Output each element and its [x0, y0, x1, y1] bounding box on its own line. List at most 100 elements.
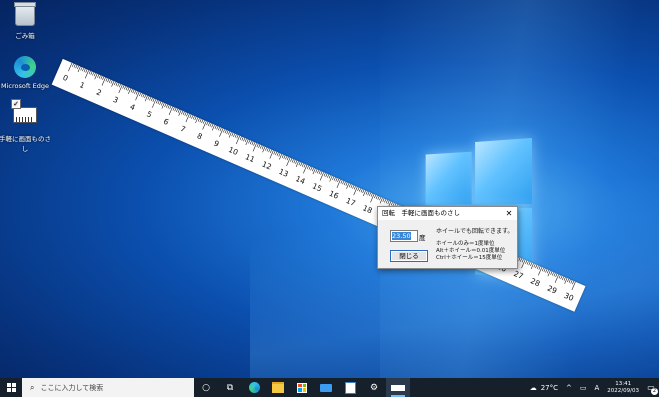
- notification-icon[interactable]: ▭ 2: [643, 378, 659, 397]
- store-icon[interactable]: [290, 378, 314, 397]
- ruler-tick: [251, 141, 254, 145]
- ruler-tick: [197, 118, 200, 122]
- ruler-tick: [518, 257, 521, 261]
- ruler-tick: [224, 129, 227, 134]
- ruler-tick: [93, 72, 96, 77]
- file-explorer-icon[interactable]: [266, 378, 290, 397]
- edge-taskbar-icon[interactable]: [242, 378, 266, 397]
- ruler-tick: [157, 100, 160, 105]
- ruler-tick: [285, 156, 288, 160]
- ruler-tick: [332, 176, 335, 180]
- ruler-tick: [130, 88, 133, 93]
- ruler-tick: [189, 114, 192, 118]
- ruler-tick: [182, 111, 185, 116]
- ruler-tick: [107, 78, 110, 83]
- dialog-title-bar[interactable]: 回転 手軽に画面ものさし ✕: [378, 207, 517, 220]
- ruler-tick: [281, 154, 284, 159]
- close-button[interactable]: 閉じる: [390, 250, 428, 262]
- ruler-tick: [278, 153, 281, 157]
- close-icon[interactable]: ✕: [501, 207, 517, 220]
- app-icon[interactable]: [338, 378, 362, 397]
- ruler-tick: [567, 278, 570, 283]
- ruler-tick: [563, 277, 566, 281]
- angle-input[interactable]: 23.50: [390, 230, 418, 242]
- ruler-tick: [139, 92, 142, 97]
- ruler-tick: [360, 188, 363, 193]
- ruler-tick: [558, 275, 561, 279]
- ruler-tick: [533, 264, 536, 268]
- ruler-tick: [192, 115, 195, 120]
- clock[interactable]: 13:41 2022/09/03: [607, 381, 639, 395]
- ruler-tick: [367, 191, 370, 196]
- ruler-tick-label: 3: [112, 95, 120, 105]
- taskbar-search-box[interactable]: ⌕ ここに入力して検索: [22, 378, 194, 397]
- ruler-tick-label: 6: [162, 117, 170, 127]
- ruler-tick-label: 8: [196, 131, 204, 141]
- ruler-tick: [83, 68, 86, 72]
- ruler-tick: [568, 279, 571, 283]
- ruler-tick: [88, 70, 91, 75]
- desktop-icon-label: Microsoft Edge: [0, 82, 49, 90]
- ruler-tick: [317, 169, 319, 174]
- ruler-tick: [169, 105, 172, 110]
- ruler-tick: [343, 181, 346, 186]
- chevron-up-icon[interactable]: ^: [566, 384, 572, 392]
- start-button[interactable]: [0, 378, 22, 397]
- ruler-tick: [357, 187, 360, 191]
- notification-count: 2: [651, 388, 658, 395]
- cortana-icon[interactable]: ○: [194, 378, 218, 397]
- ruler-tick: [152, 98, 155, 102]
- ruler-tick: [124, 86, 126, 90]
- ruler-tick: [207, 122, 210, 126]
- ruler-tick: [327, 174, 330, 178]
- ruler-tick: [127, 87, 130, 91]
- ruler-tick: [97, 74, 100, 78]
- ruler-tick: [377, 196, 380, 200]
- ruler-tick: [335, 178, 338, 182]
- ruler-tick: [345, 182, 348, 186]
- ruler-tick: [325, 173, 328, 178]
- ruler-tick: [132, 89, 135, 94]
- ruler-tick: [231, 132, 234, 137]
- ime-indicator[interactable]: A: [595, 384, 600, 392]
- ruler-tick: [293, 159, 296, 164]
- ruler-tick-label: 29: [546, 284, 559, 296]
- ruler-tick: [140, 93, 143, 97]
- ruler-tick-label: 10: [227, 145, 240, 157]
- ruler-tick: [80, 67, 83, 71]
- ruler-tick-label: 28: [529, 276, 542, 288]
- ruler-tick: [184, 112, 187, 116]
- desktop-icon-edge[interactable]: Microsoft Edge: [0, 56, 52, 90]
- ruler-tick: [176, 108, 178, 113]
- ruler-tick-label: 0: [61, 73, 69, 83]
- ruler-tick: [374, 194, 377, 199]
- ruler-tick: [538, 266, 541, 270]
- ruler-tick: [328, 175, 331, 179]
- weather-temp[interactable]: 27°C: [541, 384, 558, 392]
- ruler-tick: [353, 186, 358, 196]
- ruler-tick: [165, 104, 168, 108]
- desktop-icon-ruler-app[interactable]: 手軽に画面ものさし: [0, 99, 52, 153]
- ruler-tick: [543, 268, 546, 272]
- weather-icon[interactable]: ☁: [530, 384, 537, 392]
- task-view-icon[interactable]: ⧉: [218, 378, 242, 397]
- ruler-tick: [308, 166, 311, 170]
- ruler-tick: [333, 177, 336, 181]
- desktop-icon-label: ごみ箱: [15, 32, 35, 40]
- mail-icon[interactable]: [314, 378, 338, 397]
- ruler-tick: [528, 261, 531, 266]
- ruler-tick: [216, 126, 219, 130]
- ruler-tick: [135, 91, 140, 101]
- ruler-tick: [387, 200, 390, 205]
- ruler-tick: [390, 202, 393, 206]
- network-icon[interactable]: ▭: [580, 384, 587, 392]
- desktop-icon-recycle-bin[interactable]: ごみ箱: [0, 2, 52, 40]
- settings-icon[interactable]: ⚙: [362, 378, 386, 397]
- ruler-tick: [84, 70, 90, 79]
- ruler-app-taskbar-icon[interactable]: [386, 378, 410, 397]
- ruler-tick-label: 14: [294, 174, 307, 186]
- ruler-tick: [248, 140, 251, 144]
- ruler-tick: [219, 127, 222, 132]
- ruler-app-icon: [11, 99, 37, 123]
- ruler-tick: [352, 185, 355, 189]
